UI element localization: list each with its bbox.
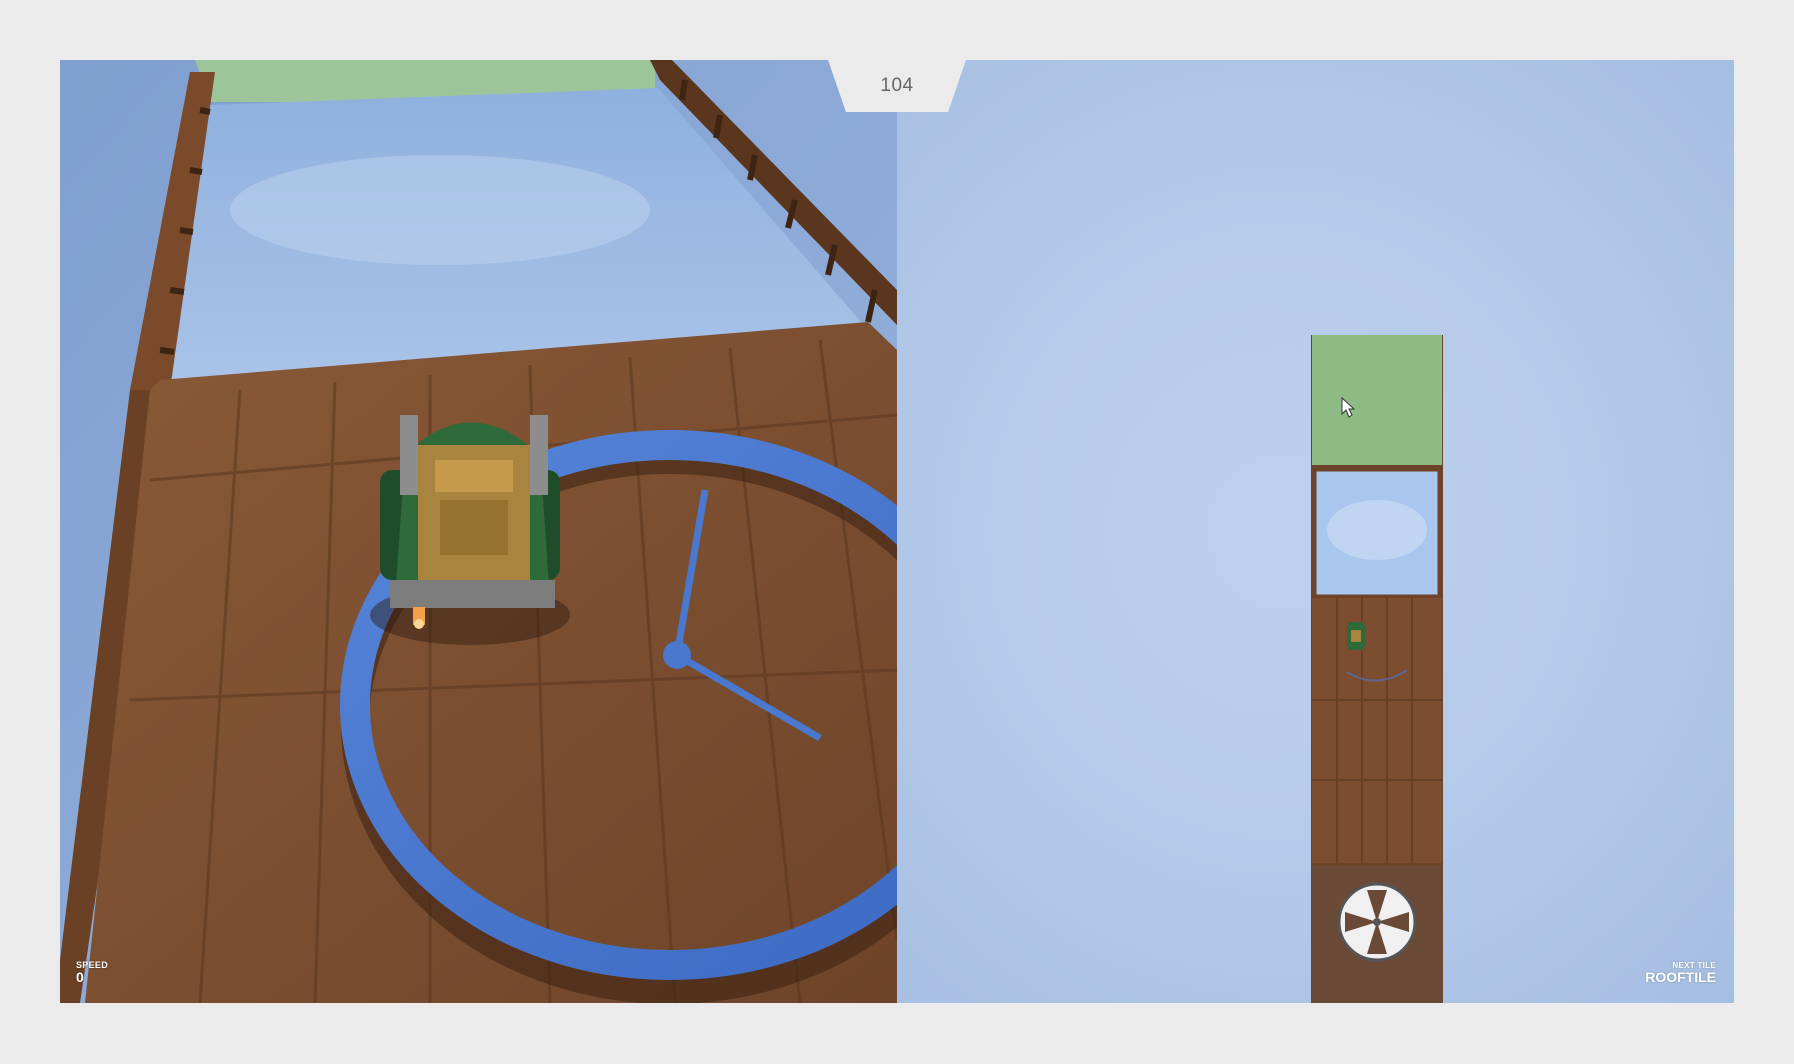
chase-camera-view (60, 60, 897, 1003)
game-frame (60, 60, 1734, 1003)
fan-icon (1337, 882, 1417, 962)
player-truck (370, 415, 570, 645)
next-tile-readout: NEXT TILE ROOFTILE (1645, 961, 1716, 985)
wood-tile-overview[interactable] (1312, 598, 1442, 863)
level-counter: 104 (828, 60, 966, 112)
sky-reflection (230, 155, 650, 265)
glass-reflection (1327, 500, 1427, 560)
player-marker (1347, 622, 1365, 650)
speed-value: 0 (76, 969, 84, 985)
spinner-hub (663, 641, 691, 669)
chase-camera-scene (60, 60, 897, 1003)
goal-tile[interactable] (1312, 335, 1442, 465)
overview-map-view (897, 60, 1734, 1003)
speed-readout: SPEED 0 (76, 960, 108, 984)
next-tile-value: ROOFTILE (1645, 969, 1716, 985)
overview-map-scene (1311, 335, 1443, 1003)
